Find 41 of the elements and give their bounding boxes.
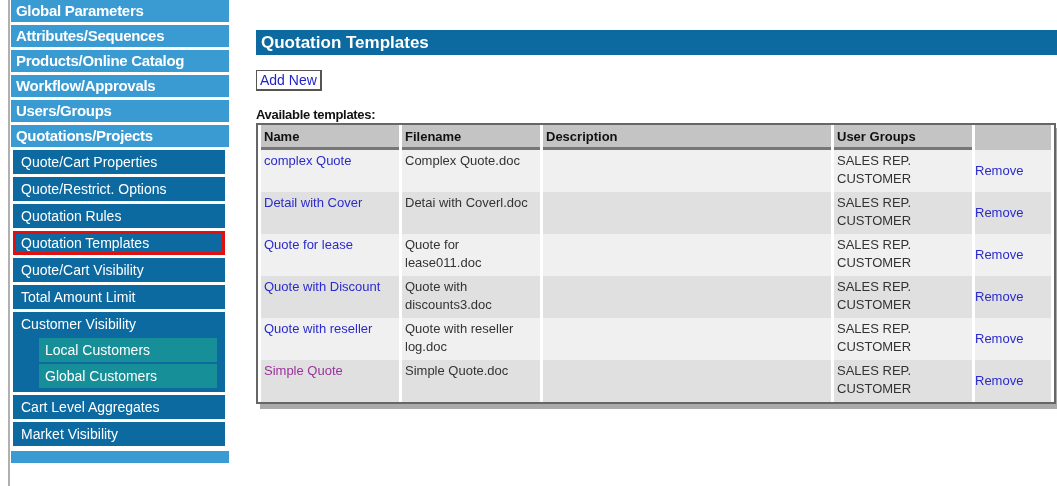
table-cell: Quote for lease011.doc	[405, 237, 482, 270]
table-cell-text: CUSTOMER	[837, 380, 913, 398]
sidebar-item[interactable]: Global Parameters	[11, 0, 229, 22]
sidebar-item[interactable]: Quote/Restrict. Options	[13, 177, 225, 201]
table-cell: Detai with Coverl.doc	[405, 195, 528, 210]
column-header: Name	[261, 125, 399, 150]
sidebar-item[interactable]: Quotation Templates	[13, 231, 225, 255]
sidebar-item[interactable]: Local Customers	[39, 338, 217, 362]
column-header: User Groups	[834, 125, 972, 150]
sidebar-item[interactable]: Workflow/Approvals	[11, 75, 229, 97]
sidebar-item[interactable]: Quotations/Projects	[11, 125, 229, 147]
sidebar-item[interactable]: Users/Groups	[11, 100, 229, 122]
sidebar-item[interactable]: Market Visibility	[13, 422, 225, 446]
table-cell-text: CUSTOMER	[837, 212, 913, 230]
column-header: Description	[543, 125, 831, 150]
table-cell-text: CUSTOMER	[837, 296, 913, 314]
table-cell-text: SALES REP.	[837, 152, 913, 170]
sidebar-item[interactable]: Quote/Cart Properties	[13, 150, 225, 174]
sidebar-item[interactable]: Total Amount Limit	[13, 285, 225, 309]
table-cell-text: SALES REP.	[837, 362, 913, 380]
table-cell: Simple Quote.doc	[405, 363, 509, 378]
table-cell: Quote with discounts3.doc	[405, 279, 492, 312]
sidebar-item[interactable]: Global Customers	[39, 364, 217, 388]
table-cell-text: SALES REP.	[837, 194, 913, 212]
sidebar-item[interactable]: Attributes/Sequences	[11, 25, 229, 47]
table-cell: Complex Quote.doc	[405, 153, 520, 168]
table-cell-text: CUSTOMER	[837, 170, 913, 188]
table-cell-text: CUSTOMER	[837, 338, 913, 356]
table-cell-text: SALES REP.	[837, 278, 913, 296]
table-cell-text: CUSTOMER	[837, 254, 913, 272]
sidebar-item[interactable]: Quote/Cart Visibility	[13, 258, 225, 282]
table-caption: Available templates:	[256, 107, 377, 122]
table-cell-text: SALES REP.	[837, 236, 913, 254]
table-cell: Quote with reseller log.doc	[405, 321, 514, 354]
table-cell-text: SALES REP.	[837, 320, 913, 338]
sidebar-item[interactable]: Cart Level Aggregates	[13, 395, 225, 419]
sidebar-item[interactable]: Quotation Rules	[13, 204, 225, 228]
add-new-button[interactable]: Add New	[256, 70, 322, 91]
column-header: Filename	[402, 125, 540, 150]
sidebar-item[interactable]: Products/Online Catalog	[11, 50, 229, 72]
page-title: Quotation Templates	[256, 30, 1057, 55]
